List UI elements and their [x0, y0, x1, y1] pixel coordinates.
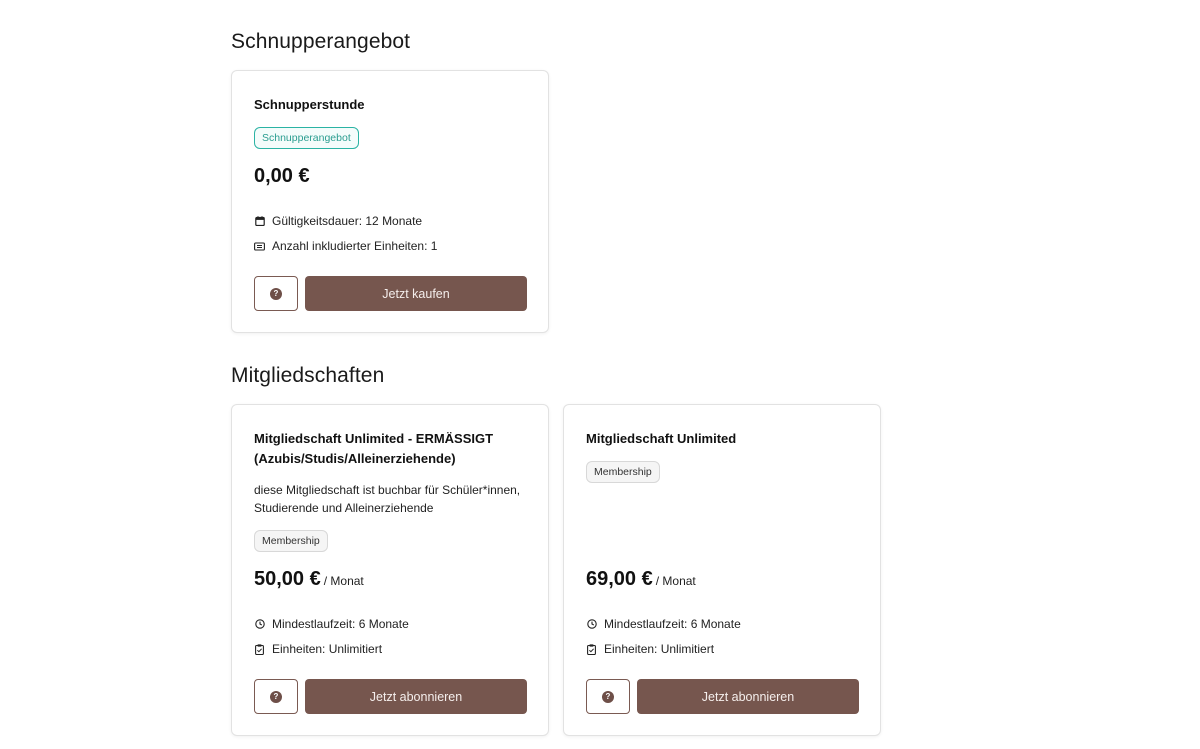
buy-button[interactable]: Jetzt kaufen [305, 276, 527, 311]
units-info: Einheiten: Unlimitiert [586, 642, 714, 656]
card-title: Mitgliedschaft Unlimited [586, 431, 737, 446]
membership-badge: Membership [254, 530, 328, 552]
question-icon: ? [602, 690, 614, 703]
price: 50,00 € / Monat [254, 568, 364, 591]
min-term-info: Mindestlaufzeit: 6 Monate [586, 617, 741, 631]
help-button[interactable]: ? [254, 679, 298, 714]
help-button[interactable]: ? [254, 276, 298, 311]
info-text: Gültigkeitsdauer: 12 Monate [272, 214, 423, 228]
clock-icon [586, 619, 597, 630]
calendar-icon [254, 216, 265, 227]
price-period: / Monat [323, 574, 364, 588]
info-text: Einheiten: Unlimitiert [604, 642, 715, 656]
units-info: Anzahl inkludierter Einheiten: 1 [254, 239, 437, 253]
price-amount: 50,00 € [254, 568, 321, 590]
units-info: Einheiten: Unlimitiert [254, 642, 382, 656]
price: 0,00 € [254, 165, 310, 188]
subscribe-button[interactable]: Jetzt abonnieren [305, 679, 527, 714]
section-title-trial: Schnupperangebot [231, 30, 411, 53]
product-card-unlimited: Mitgliedschaft Unlimited Membership 69,0… [563, 404, 881, 736]
clipboard-icon [586, 643, 597, 655]
section-title-memberships: Mitgliedschaften [231, 364, 385, 387]
info-text: Mindestlaufzeit: 6 Monate [604, 617, 741, 631]
card-title: Mitgliedschaft Unlimited - ERMÄSSIGT (Az… [254, 431, 494, 466]
membership-badge: Membership [586, 461, 660, 483]
info-text: Anzahl inkludierter Einheiten: 1 [272, 239, 438, 253]
price-period: / Monat [655, 574, 696, 588]
card-title: Schnupperstunde [254, 97, 365, 112]
help-button[interactable]: ? [586, 679, 630, 714]
ticket-icon [254, 241, 265, 252]
clock-icon [254, 619, 265, 630]
price: 69,00 € / Monat [586, 568, 696, 591]
min-term-info: Mindestlaufzeit: 6 Monate [254, 617, 409, 631]
price-amount: 0,00 € [254, 165, 310, 187]
clipboard-icon [254, 643, 265, 655]
card-description: diese Mitgliedschaft ist buchbar für Sch… [254, 483, 521, 515]
info-text: Mindestlaufzeit: 6 Monate [272, 617, 409, 631]
product-card-reduced: Mitgliedschaft Unlimited - ERMÄSSIGT (Az… [231, 404, 549, 736]
question-icon: ? [270, 690, 282, 703]
product-card-trial: Schnupperstunde Schnupperangebot 0,00 € … [231, 70, 549, 333]
subscribe-button[interactable]: Jetzt abonnieren [637, 679, 859, 714]
trial-badge: Schnupperangebot [254, 127, 359, 149]
question-icon: ? [270, 287, 282, 300]
validity-info: Gültigkeitsdauer: 12 Monate [254, 214, 422, 228]
info-text: Einheiten: Unlimitiert [272, 642, 383, 656]
price-amount: 69,00 € [586, 568, 653, 590]
